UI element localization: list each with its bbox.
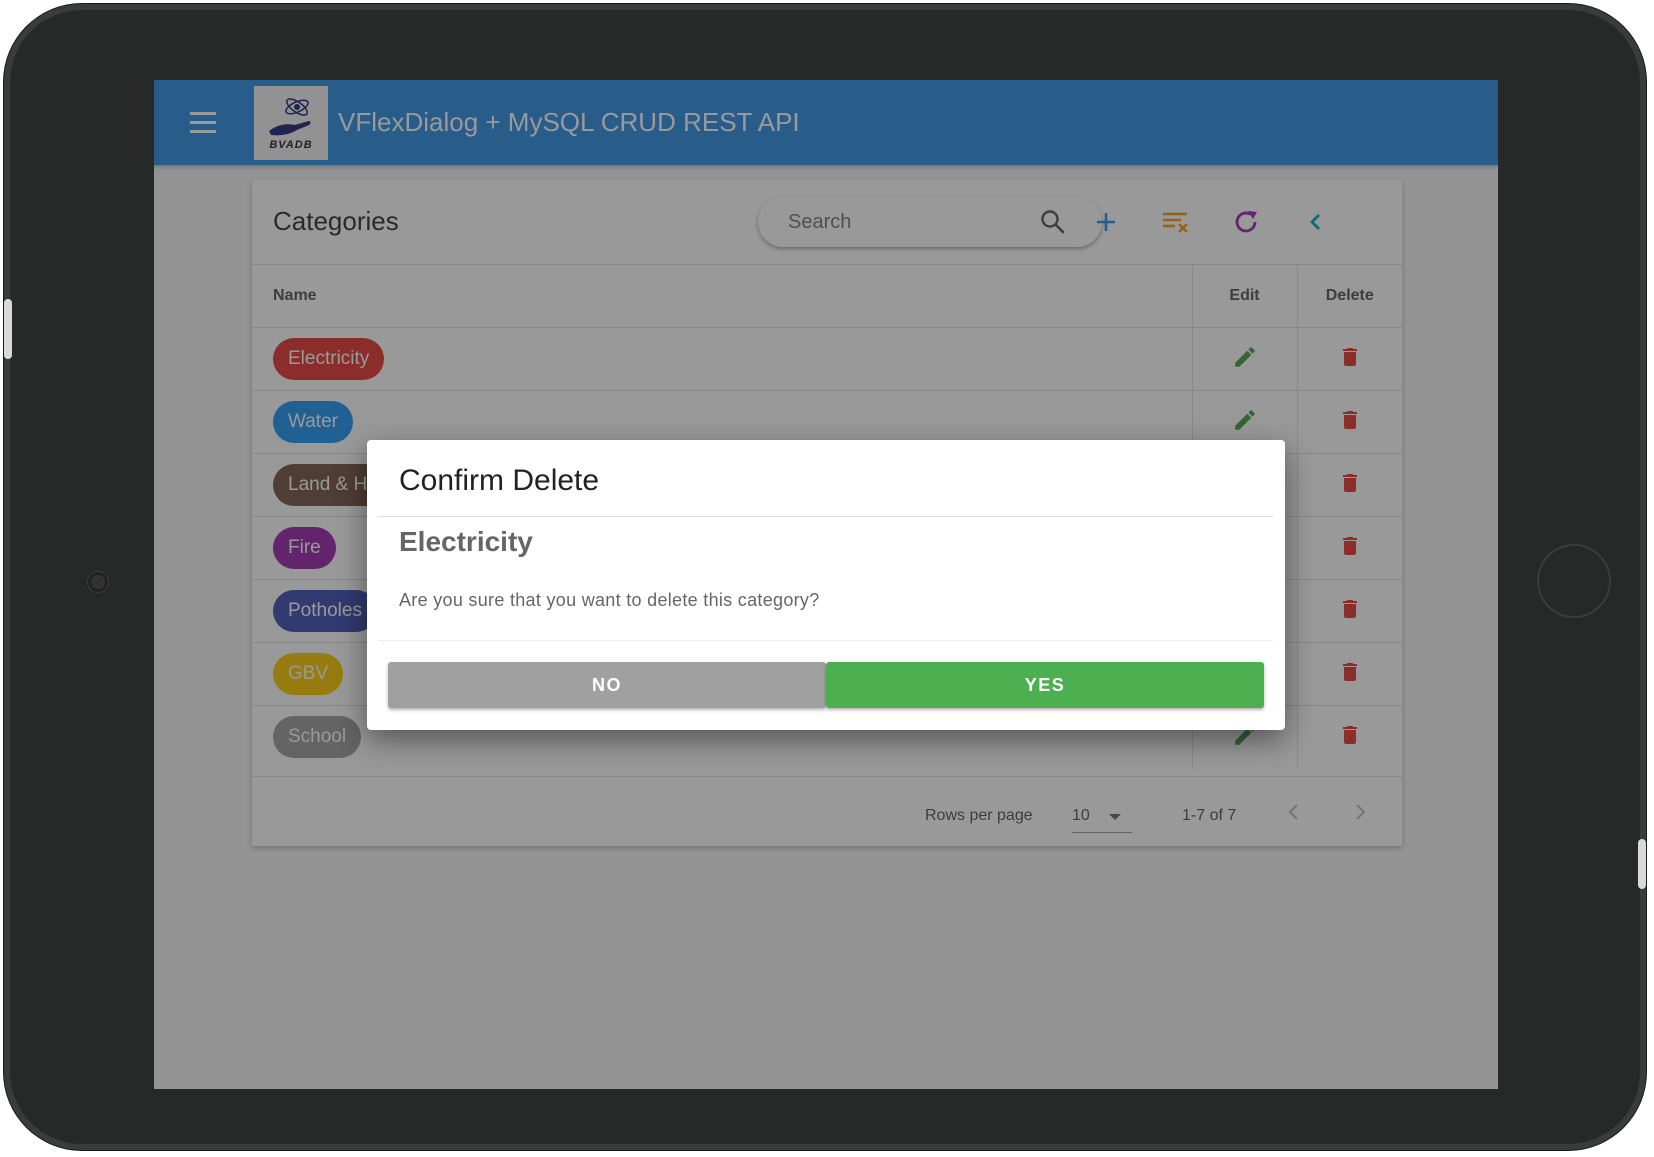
- dialog-subtitle: Electricity: [399, 526, 533, 557]
- no-button[interactable]: NO: [388, 662, 826, 708]
- dialog-message: Are you sure that you want to delete thi…: [399, 590, 820, 610]
- home-button[interactable]: [1537, 544, 1611, 618]
- dialog-divider: [378, 516, 1273, 517]
- volume-button: [4, 299, 12, 359]
- yes-button[interactable]: YES: [826, 662, 1264, 708]
- dialog-divider: [378, 640, 1273, 641]
- confirm-delete-dialog: Confirm Delete Electricity Are you sure …: [367, 440, 1285, 730]
- power-button: [1638, 839, 1646, 889]
- screen: BVADB VFlexDialog + MySQL CRUD REST API …: [154, 80, 1498, 1089]
- dialog-title: Confirm Delete: [399, 464, 600, 497]
- tablet-frame: BVADB VFlexDialog + MySQL CRUD REST API …: [4, 4, 1646, 1150]
- camera-icon: [88, 572, 108, 592]
